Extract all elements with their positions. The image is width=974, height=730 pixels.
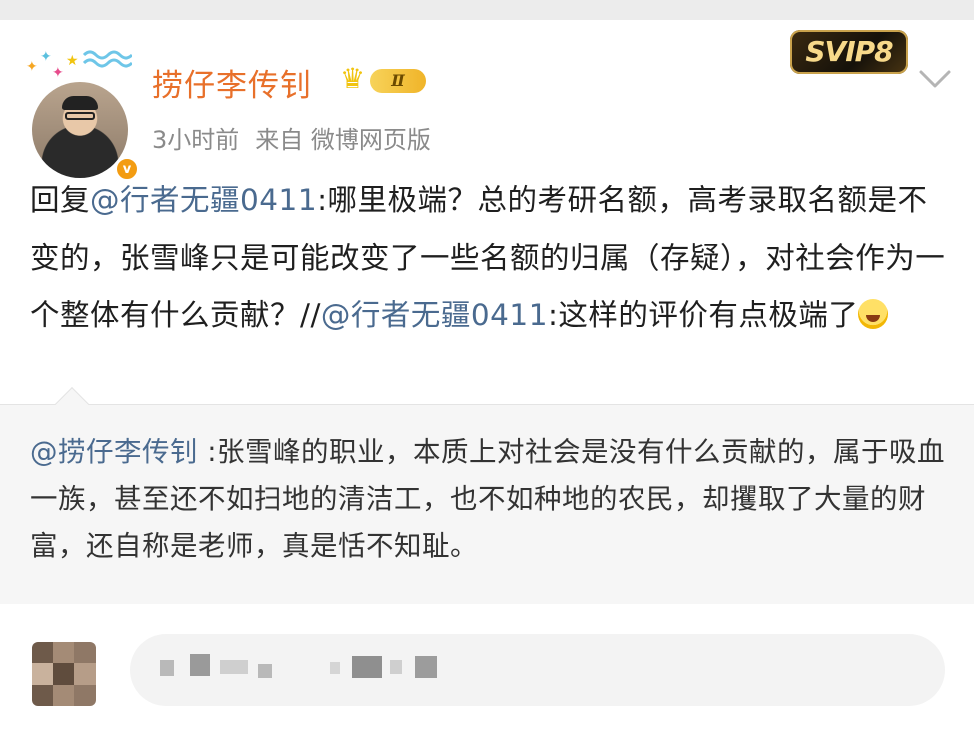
content-text: :这样的评价有点极端了 — [547, 298, 859, 332]
post-time: 3小时前 — [152, 126, 240, 154]
star-icon: ✦ — [26, 59, 38, 75]
blurred-text — [258, 664, 272, 678]
mention-link[interactable]: @行者无疆0411 — [321, 298, 548, 332]
comment-input[interactable] — [130, 634, 945, 706]
blurred-text — [330, 662, 340, 674]
wave-decoration-icon — [82, 50, 132, 68]
star-icon: ✦ — [40, 49, 52, 65]
blurred-text — [390, 660, 402, 674]
divider — [0, 404, 974, 405]
weibo-post-card: ✦ ✦ ✦ ★ v 捞仔李传钊 ♛ Ⅱ 3小时前 来自 微博网页版 SVIP8 回… — [0, 20, 974, 404]
quoted-post[interactable]: @捞仔李传钊 :张雪峰的职业，本质上对社会是没有什么贡献的，属于吸血一族，甚至还… — [0, 387, 974, 604]
level-label: Ⅱ — [370, 69, 426, 93]
username[interactable]: 捞仔李传钊 — [152, 60, 312, 105]
reply-prefix: 回复 — [30, 183, 91, 217]
mention-link[interactable]: @行者无疆0411 — [90, 183, 317, 217]
comment-bar — [0, 604, 974, 730]
avatar-frame[interactable]: ✦ ✦ ✦ ★ v — [22, 40, 140, 182]
chevron-down-icon[interactable] — [915, 64, 955, 94]
avatar[interactable] — [32, 82, 128, 178]
crown-icon: ♛ — [340, 62, 366, 95]
blurred-text — [220, 660, 248, 674]
blurred-text — [415, 656, 437, 678]
blurred-text — [160, 660, 174, 676]
post-content: 回复@行者无疆0411:哪里极端？总的考研名额，高考录取名额是不变的，张雪峰只是… — [30, 172, 948, 345]
star-icon: ★ — [66, 53, 79, 69]
post-meta: 3小时前 来自 微博网页版 — [152, 120, 447, 155]
blurred-text — [190, 654, 210, 676]
laugh-cry-emoji-icon — [858, 299, 889, 329]
commenter-avatar[interactable] — [32, 642, 96, 706]
mention-link[interactable]: @捞仔李传钊 — [30, 436, 198, 468]
star-icon: ✦ — [52, 65, 64, 81]
top-strip — [0, 0, 974, 20]
member-level-badge[interactable]: ♛ Ⅱ — [340, 64, 432, 98]
quoted-text: @捞仔李传钊 :张雪峰的职业，本质上对社会是没有什么贡献的，属于吸血一族，甚至还… — [30, 429, 950, 570]
blurred-text — [352, 656, 382, 678]
svip-badge[interactable]: SVIP8 — [790, 30, 908, 74]
post-source: 来自 微博网页版 — [255, 126, 431, 154]
